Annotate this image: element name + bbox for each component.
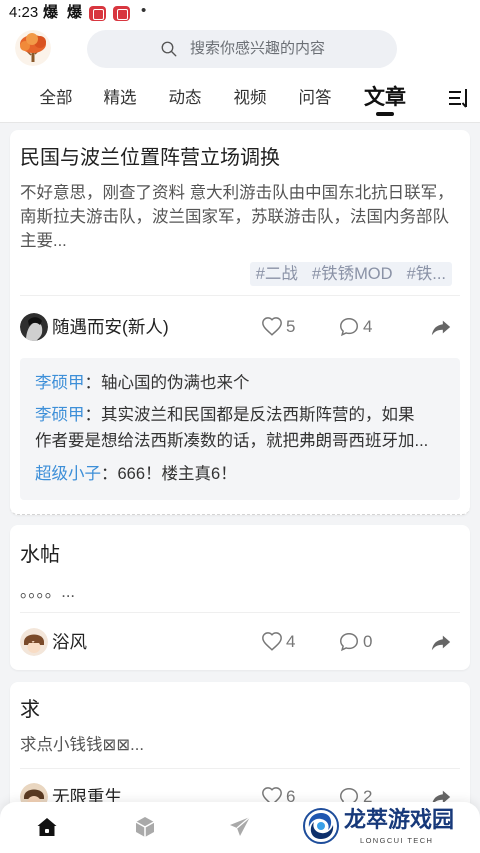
red-app-icon bbox=[89, 6, 106, 21]
comment-item[interactable]: 李硕甲：其实波兰和民国都是反法西斯阵营的，如果作者要是想给法西斯凑数的话，就把弗… bbox=[35, 402, 430, 454]
avatar[interactable] bbox=[20, 313, 48, 341]
more-notifications-dot: • bbox=[141, 2, 147, 19]
share-arrow-icon[interactable] bbox=[430, 316, 452, 338]
post-tags: #二战 #铁锈MOD #铁... bbox=[20, 262, 460, 286]
tab-feed[interactable]: 动态 bbox=[169, 86, 202, 110]
home-icon[interactable] bbox=[35, 815, 59, 839]
notification-icon: 爆 bbox=[67, 4, 83, 21]
watermark-tagline: LONGCUI TECH bbox=[360, 836, 434, 845]
post-card[interactable]: 民国与波兰位置阵营立场调换 不好意思，刚查了资料 意大利游击队由中国东北抗日联军… bbox=[10, 130, 470, 515]
tag-list: #二战 #铁锈MOD #铁... bbox=[249, 262, 452, 286]
cube-icon[interactable] bbox=[133, 815, 157, 839]
tab-featured[interactable]: 精选 bbox=[104, 86, 137, 110]
comment-text: 666！楼主真6！ bbox=[117, 465, 237, 483]
post-excerpt[interactable]: 。。。。... bbox=[20, 580, 462, 604]
paper-plane-icon[interactable] bbox=[228, 815, 252, 839]
active-tab-indicator bbox=[376, 112, 394, 116]
post-excerpt[interactable]: 不好意思，刚查了资料 意大利游击队由中国东北抗日联军，南斯拉夫游击队，波兰国家军… bbox=[20, 181, 462, 253]
post-title[interactable]: 民国与波兰位置阵营立场调换 bbox=[20, 146, 460, 170]
notification-icon: 爆 bbox=[43, 4, 59, 21]
tab-qa[interactable]: 问答 bbox=[299, 86, 332, 110]
comment-user[interactable]: 超级小子 bbox=[35, 465, 101, 483]
comment-separator: ： bbox=[101, 465, 118, 483]
avatar[interactable] bbox=[20, 627, 48, 656]
comment-count: 4 bbox=[363, 317, 373, 336]
tab-articles[interactable]: 文章 bbox=[364, 84, 406, 112]
comment-separator: ： bbox=[84, 406, 102, 424]
search-placeholder: 搜索你感兴趣的内容 bbox=[190, 40, 326, 57]
post-title[interactable]: 求 bbox=[20, 698, 460, 722]
sort-menu-icon[interactable] bbox=[447, 86, 471, 110]
post-excerpt[interactable]: 求点小钱钱⊠⊠... bbox=[20, 733, 462, 757]
comment-preview-box[interactable]: 李硕甲：轴心国的伪满也来个 李硕甲：其实波兰和民国都是反法西斯阵营的，如果作者要… bbox=[20, 358, 460, 500]
tag[interactable]: #二战 bbox=[256, 262, 298, 286]
status-bar: 4:23 爆 爆 • bbox=[0, 0, 480, 26]
top-bar: 4:23 爆 爆 • 搜索你感兴趣的内容 全部 精选 动态 视频 问答 文章 bbox=[0, 0, 480, 123]
author-name[interactable]: 随遇而安(新人) bbox=[52, 315, 169, 339]
comment-user[interactable]: 李硕甲 bbox=[35, 406, 85, 424]
post-card[interactable]: 水帖 。。。。... 浴风 4 0 bbox=[10, 525, 470, 670]
author-row: 随遇而安(新人) 5 4 bbox=[20, 296, 460, 358]
heart-icon[interactable] bbox=[261, 631, 283, 653]
comment-count: 0 bbox=[363, 631, 373, 651]
share-arrow-icon[interactable] bbox=[430, 631, 452, 653]
tab-all[interactable]: 全部 bbox=[40, 86, 73, 110]
tag[interactable]: #铁锈MOD bbox=[312, 262, 393, 286]
red-app-icon bbox=[113, 6, 130, 21]
tab-videos[interactable]: 视频 bbox=[234, 86, 267, 110]
like-count: 4 bbox=[286, 631, 296, 651]
comment-bubble-icon[interactable] bbox=[338, 316, 360, 338]
tag[interactable]: #铁... bbox=[407, 262, 446, 286]
status-time: 4:23 bbox=[9, 4, 39, 21]
search-input[interactable]: 搜索你感兴趣的内容 bbox=[87, 30, 397, 68]
comment-text: 轴心国的伪满也来个 bbox=[101, 374, 250, 392]
comment-item[interactable]: 超级小子：666！楼主真6！ bbox=[35, 461, 430, 487]
watermark-logo-icon bbox=[303, 808, 339, 844]
author-row: 浴风 4 0 bbox=[20, 613, 460, 670]
post-title[interactable]: 水帖 bbox=[20, 543, 460, 567]
comment-separator: ： bbox=[84, 374, 102, 392]
heart-icon[interactable] bbox=[261, 316, 283, 338]
tree-avatar-icon[interactable] bbox=[15, 30, 51, 66]
like-count: 5 bbox=[286, 317, 296, 336]
watermark-name: 龙萃游戏园 bbox=[344, 807, 455, 832]
comment-user[interactable]: 李硕甲 bbox=[35, 374, 85, 392]
search-icon bbox=[161, 41, 177, 57]
comment-item[interactable]: 李硕甲：轴心国的伪满也来个 bbox=[35, 370, 430, 396]
author-name[interactable]: 浴风 bbox=[52, 630, 87, 654]
comment-bubble-icon[interactable] bbox=[338, 631, 360, 653]
